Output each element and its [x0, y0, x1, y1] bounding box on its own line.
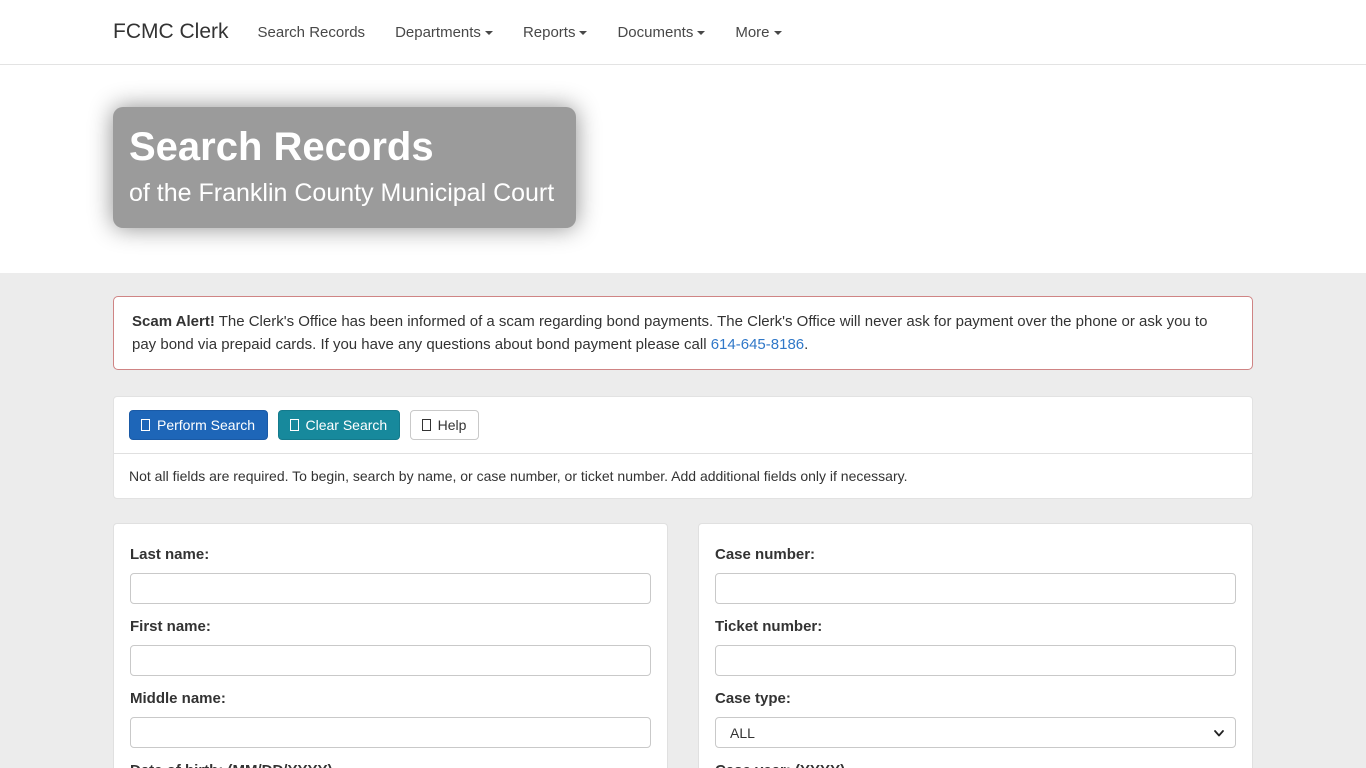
phone-link[interactable]: 614-645-8186	[711, 336, 804, 353]
first-name-field[interactable]	[130, 645, 651, 676]
last-name-group: Last name:	[130, 546, 651, 604]
nav-label: Departments	[395, 24, 481, 41]
page-subtitle: of the Franklin County Municipal Court	[129, 179, 554, 208]
date-of-birth-group: Date of birth: (MM/DD/YYYY)	[130, 762, 651, 768]
case-type-label: Case type:	[715, 690, 1236, 707]
last-name-label: Last name:	[130, 546, 651, 563]
caret-down-icon	[485, 31, 493, 35]
perform-search-label: Perform Search	[157, 418, 255, 432]
brand-fcmc-clerk[interactable]: FCMC Clerk	[113, 20, 229, 44]
scam-alert-title: Scam Alert!	[132, 313, 215, 330]
nav-label: Reports	[523, 24, 576, 41]
middle-name-group: Middle name:	[130, 690, 651, 748]
search-toolbar-panel: Perform Search Clear Search Help Not all…	[113, 396, 1253, 499]
hero-section: Search Records of the Franklin County Mu…	[0, 65, 1366, 273]
clear-search-label: Clear Search	[306, 418, 388, 432]
search-instructions: Not all fields are required. To begin, s…	[114, 454, 1252, 498]
help-button[interactable]: Help	[410, 410, 480, 440]
toolbar-row: Perform Search Clear Search Help	[114, 397, 1252, 454]
middle-name-field[interactable]	[130, 717, 651, 748]
caret-down-icon	[579, 31, 587, 35]
perform-search-button[interactable]: Perform Search	[129, 410, 268, 440]
case-year-label: Case year: (YYYY)	[715, 762, 1236, 768]
scam-alert-banner: Scam Alert! The Clerk's Office has been …	[113, 296, 1253, 370]
top-navbar: FCMC Clerk Search Records Departments Re…	[0, 0, 1366, 65]
nav-more[interactable]: More	[720, 14, 796, 51]
ticket-number-field[interactable]	[715, 645, 1236, 676]
clear-search-button[interactable]: Clear Search	[278, 410, 401, 440]
erase-icon	[290, 419, 299, 431]
nav-label: Search Records	[258, 24, 366, 41]
case-number-group: Case number:	[715, 546, 1236, 604]
scam-alert-suffix: .	[804, 336, 808, 353]
last-name-field[interactable]	[130, 573, 651, 604]
first-name-label: First name:	[130, 618, 651, 635]
nav-label: More	[735, 24, 769, 41]
nav-departments[interactable]: Departments	[380, 14, 508, 51]
hero-box: Search Records of the Franklin County Mu…	[113, 107, 576, 228]
help-icon	[422, 419, 431, 431]
nav-documents[interactable]: Documents	[602, 14, 720, 51]
scam-alert-text: The Clerk's Office has been informed of …	[132, 313, 1207, 353]
nav-label: Documents	[617, 24, 693, 41]
page-title: Search Records	[129, 123, 554, 171]
name-search-card: Last name: First name: Middle name: Date…	[113, 523, 668, 768]
case-type-group: Case type: ALL	[715, 690, 1236, 748]
case-year-group: Case year: (YYYY)	[715, 762, 1236, 768]
ticket-number-label: Ticket number:	[715, 618, 1236, 635]
first-name-group: First name:	[130, 618, 651, 676]
search-icon	[141, 419, 150, 431]
caret-down-icon	[697, 31, 705, 35]
help-label: Help	[438, 418, 467, 432]
nav-search-records[interactable]: Search Records	[243, 14, 381, 51]
date-of-birth-label: Date of birth: (MM/DD/YYYY)	[130, 762, 651, 768]
caret-down-icon	[774, 31, 782, 35]
middle-name-label: Middle name:	[130, 690, 651, 707]
case-type-select[interactable]: ALL	[715, 717, 1236, 748]
case-number-label: Case number:	[715, 546, 1236, 563]
case-number-field[interactable]	[715, 573, 1236, 604]
case-search-card: Case number: Ticket number: Case type: A…	[698, 523, 1253, 768]
nav-reports[interactable]: Reports	[508, 14, 603, 51]
ticket-number-group: Ticket number:	[715, 618, 1236, 676]
